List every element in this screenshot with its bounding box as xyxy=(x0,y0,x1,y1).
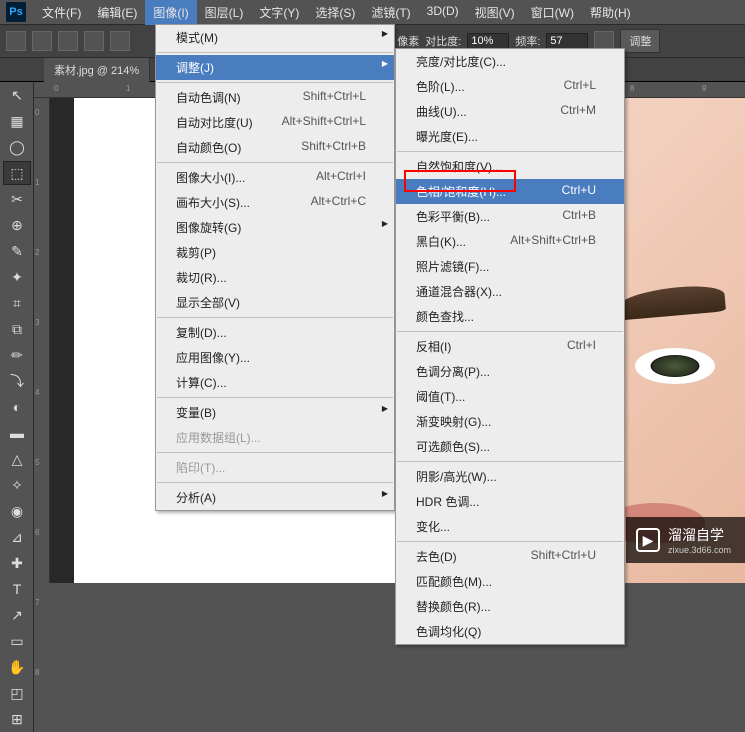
tool-17[interactable]: ⊿ xyxy=(3,525,31,549)
tool-20[interactable]: ↗ xyxy=(3,603,31,627)
image-menu-dropdown: 模式(M) 调整(J) 自动色调(N)Shift+Ctrl+L自动对比度(U)Alt… xyxy=(155,24,395,511)
mode-icon-3[interactable] xyxy=(84,31,104,51)
tool-5[interactable]: ⊕ xyxy=(3,213,31,237)
watermark-title: 溜溜自学 xyxy=(668,527,724,543)
tool-11[interactable]: ⤵ xyxy=(3,369,31,393)
menu-item-图像旋转(G)[interactable]: 图像旋转(G) xyxy=(156,215,394,240)
menu-帮助(H)[interactable]: 帮助(H) xyxy=(582,0,639,25)
menu-item-阈值(T)...[interactable]: 阈值(T)... xyxy=(396,384,624,409)
adjustments-submenu: 亮度/对比度(C)...色阶(L)...Ctrl+L曲线(U)...Ctrl+M… xyxy=(395,48,625,645)
contrast-input[interactable] xyxy=(467,33,509,49)
menu-item-颜色查找...[interactable]: 颜色查找... xyxy=(396,304,624,329)
menu-item-反相(I)[interactable]: 反相(I)Ctrl+I xyxy=(396,334,624,359)
tool-10[interactable]: ✏ xyxy=(3,343,31,367)
freq-label: 频率: xyxy=(515,33,540,49)
menu-item-色相/饱和度(H)...[interactable]: 色相/饱和度(H)...Ctrl+U xyxy=(396,179,624,204)
tool-24[interactable]: ⊞ xyxy=(3,707,31,731)
tool-preset-icon[interactable] xyxy=(6,31,26,51)
menu-item-色彩平衡(B)...[interactable]: 色彩平衡(B)...Ctrl+B xyxy=(396,204,624,229)
tool-15[interactable]: ✧ xyxy=(3,473,31,497)
menu-item-照片滤镜(F)...[interactable]: 照片滤镜(F)... xyxy=(396,254,624,279)
tool-12[interactable]: ◐ xyxy=(3,395,31,419)
menu-文字(Y)[interactable]: 文字(Y) xyxy=(251,0,307,25)
play-icon: ▶ xyxy=(636,528,660,552)
menu-bar: Ps 文件(F)编辑(E)图像(I)图层(L)文字(Y)选择(S)滤镜(T)3D… xyxy=(0,0,745,24)
menu-item-应用数据组(L)...: 应用数据组(L)... xyxy=(156,425,394,450)
mode-icon-2[interactable] xyxy=(58,31,78,51)
tool-16[interactable]: ◉ xyxy=(3,499,31,523)
menu-item-图像大小(I)...[interactable]: 图像大小(I)...Alt+Ctrl+I xyxy=(156,165,394,190)
contrast-label: 对比度: xyxy=(425,33,461,49)
freq-input[interactable] xyxy=(546,33,588,49)
menu-item-亮度/对比度(C)...[interactable]: 亮度/对比度(C)... xyxy=(396,49,624,74)
menu-视图(V)[interactable]: 视图(V) xyxy=(467,0,523,25)
watermark: ▶ 溜溜自学 zixue.3d66.com xyxy=(626,517,745,563)
menu-文件(F)[interactable]: 文件(F) xyxy=(34,0,89,25)
tool-18[interactable]: ✚ xyxy=(3,551,31,575)
tool-14[interactable]: △ xyxy=(3,447,31,471)
menu-item-渐变映射(G)...[interactable]: 渐变映射(G)... xyxy=(396,409,624,434)
tool-4[interactable]: ✂ xyxy=(3,187,31,211)
document-tab[interactable]: 素材.jpg @ 214% xyxy=(44,58,150,82)
menu-item-可选颜色(S)...[interactable]: 可选颜色(S)... xyxy=(396,434,624,459)
menu-item-阴影/高光(W)...[interactable]: 阴影/高光(W)... xyxy=(396,464,624,489)
menu-图像(I)[interactable]: 图像(I) xyxy=(145,0,196,25)
menu-item-去色(D)[interactable]: 去色(D)Shift+Ctrl+U xyxy=(396,544,624,569)
menu-item-自动颜色(O)[interactable]: 自动颜色(O)Shift+Ctrl+B xyxy=(156,135,394,160)
menu-窗口(W)[interactable]: 窗口(W) xyxy=(523,0,582,25)
menu-item-曲线(U)...[interactable]: 曲线(U)...Ctrl+M xyxy=(396,99,624,124)
menu-item-通道混合器(X)...[interactable]: 通道混合器(X)... xyxy=(396,279,624,304)
tool-2[interactable]: ◯ xyxy=(3,135,31,159)
tool-panel: ↖▦◯⬚✂⊕✎✦⌗⧉✏⤵◐▬△✧◉⊿✚T↗▭✋◰⊞ xyxy=(0,82,34,732)
tool-13[interactable]: ▬ xyxy=(3,421,31,445)
menu-item-裁切(R)...[interactable]: 裁切(R)... xyxy=(156,265,394,290)
tool-8[interactable]: ⌗ xyxy=(3,291,31,315)
tool-19[interactable]: T xyxy=(3,577,31,601)
menu-item-色调分离(P)...[interactable]: 色调分离(P)... xyxy=(396,359,624,384)
menu-item-模式(M)[interactable]: 模式(M) xyxy=(156,25,394,50)
menu-item-计算(C)...[interactable]: 计算(C)... xyxy=(156,370,394,395)
menu-item-色阶(L)...[interactable]: 色阶(L)...Ctrl+L xyxy=(396,74,624,99)
menu-滤镜(T)[interactable]: 滤镜(T) xyxy=(363,0,418,25)
menu-编辑(E)[interactable]: 编辑(E) xyxy=(89,0,145,25)
menu-item-显示全部(V)[interactable]: 显示全部(V) xyxy=(156,290,394,315)
tool-6[interactable]: ✎ xyxy=(3,239,31,263)
tool-9[interactable]: ⧉ xyxy=(3,317,31,341)
tool-1[interactable]: ▦ xyxy=(3,109,31,133)
menu-item-色调均化(Q)[interactable]: 色调均化(Q) xyxy=(396,619,624,644)
tool-22[interactable]: ✋ xyxy=(3,655,31,679)
vertical-ruler: 012345678 xyxy=(34,98,50,583)
tool-0[interactable]: ↖ xyxy=(3,83,31,107)
menu-item-黑白(K)...[interactable]: 黑白(K)...Alt+Shift+Ctrl+B xyxy=(396,229,624,254)
menu-item-曝光度(E)...[interactable]: 曝光度(E)... xyxy=(396,124,624,149)
menu-item-变化...[interactable]: 变化... xyxy=(396,514,624,539)
tool-3[interactable]: ⬚ xyxy=(3,161,31,185)
menu-item-调整(J)[interactable]: 调整(J) xyxy=(156,55,394,80)
watermark-url: zixue.3d66.com xyxy=(668,545,731,555)
tool-7[interactable]: ✦ xyxy=(3,265,31,289)
menu-item-自然饱和度(V)...[interactable]: 自然饱和度(V)... xyxy=(396,154,624,179)
menu-item-应用图像(Y)...[interactable]: 应用图像(Y)... xyxy=(156,345,394,370)
menu-3D(D)[interactable]: 3D(D) xyxy=(419,0,467,25)
menu-选择(S)[interactable]: 选择(S) xyxy=(307,0,363,25)
menu-图层(L)[interactable]: 图层(L) xyxy=(197,0,252,25)
menu-item-复制(D)...[interactable]: 复制(D)... xyxy=(156,320,394,345)
tool-21[interactable]: ▭ xyxy=(3,629,31,653)
mode-icon-1[interactable] xyxy=(32,31,52,51)
menu-item-画布大小(S)...[interactable]: 画布大小(S)...Alt+Ctrl+C xyxy=(156,190,394,215)
app-logo: Ps xyxy=(6,2,26,22)
menu-item-替换颜色(R)...[interactable]: 替换颜色(R)... xyxy=(396,594,624,619)
menu-item-自动对比度(U)[interactable]: 自动对比度(U)Alt+Shift+Ctrl+L xyxy=(156,110,394,135)
adjust-button[interactable]: 调整 xyxy=(620,29,660,53)
mode-icon-4[interactable] xyxy=(110,31,130,51)
menu-item-HDR 色调...[interactable]: HDR 色调... xyxy=(396,489,624,514)
menu-item-自动色调(N)[interactable]: 自动色调(N)Shift+Ctrl+L xyxy=(156,85,394,110)
menu-item-陷印(T)...: 陷印(T)... xyxy=(156,455,394,480)
menu-item-匹配颜色(M)...[interactable]: 匹配颜色(M)... xyxy=(396,569,624,594)
menu-item-分析(A)[interactable]: 分析(A) xyxy=(156,485,394,510)
menu-item-裁剪(P)[interactable]: 裁剪(P) xyxy=(156,240,394,265)
tool-23[interactable]: ◰ xyxy=(3,681,31,705)
menu-item-变量(B)[interactable]: 变量(B) xyxy=(156,400,394,425)
